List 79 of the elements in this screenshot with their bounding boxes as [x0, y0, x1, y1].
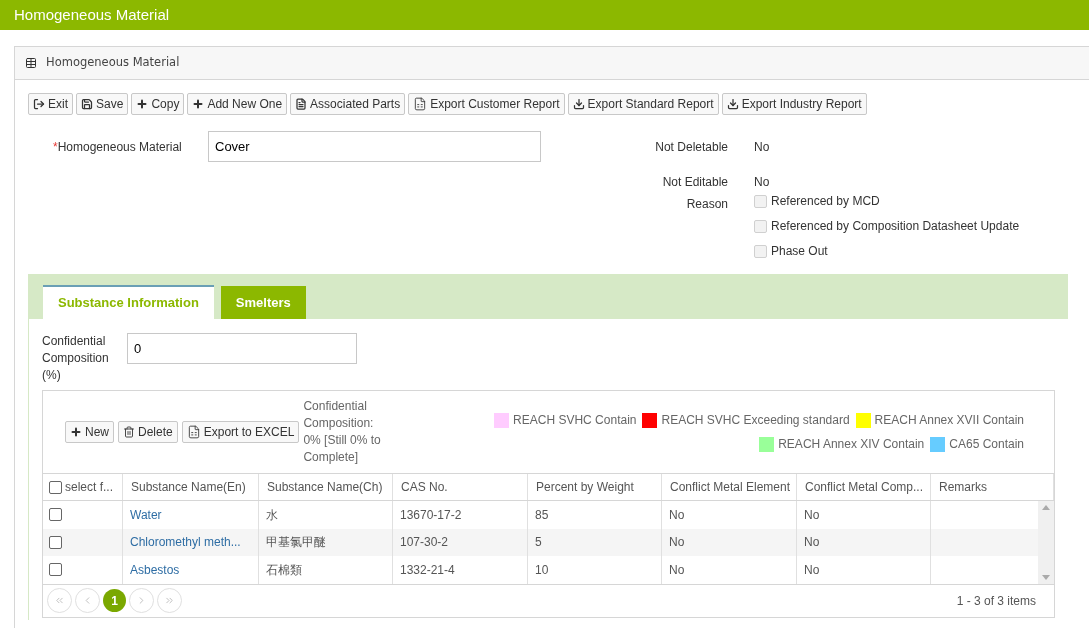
- toolbar-button[interactable]: Add New One: [187, 93, 288, 115]
- table-cell-text: 13670-17-2: [400, 506, 462, 524]
- document-icon: [295, 98, 308, 110]
- column-header[interactable]: Conflict Metal Element: [670, 478, 791, 496]
- column-header[interactable]: Percent by Weight: [536, 478, 634, 496]
- table-icon: [25, 57, 37, 69]
- table-cell-text: 10: [535, 561, 549, 579]
- table-cell-text: No: [669, 561, 685, 579]
- table-cell-text: 石棉類: [266, 561, 302, 579]
- material-input[interactable]: Cover: [208, 131, 541, 162]
- column-header[interactable]: Remarks: [939, 478, 987, 496]
- table-cell-text: 5: [535, 534, 542, 552]
- field-value: No: [754, 174, 770, 191]
- plus-icon: [70, 426, 82, 438]
- scrollbar[interactable]: [1038, 501, 1054, 584]
- substance-link[interactable]: Water: [130, 505, 162, 524]
- field-label: *Homogeneous Material: [53, 138, 183, 156]
- download-icon: [572, 98, 585, 110]
- field-label: Not Editable: [661, 174, 728, 191]
- grid-button[interactable]: Export to EXCEL: [181, 421, 300, 443]
- checkbox[interactable]: [49, 508, 62, 522]
- field-label: Reason: [685, 196, 728, 213]
- composition-note: Confidential Composition: 0% [Still 0% to Complete]: [303, 398, 382, 466]
- field-label: Confidential Composition (%): [42, 333, 110, 384]
- toolbar-button[interactable]: Save: [76, 93, 129, 115]
- table-cell-text: 水: [266, 506, 278, 524]
- field-value: No: [754, 138, 770, 156]
- legend-label: REACH Annex XVII Contain: [874, 412, 1024, 429]
- checkbox[interactable]: [49, 563, 62, 577]
- table-cell-text: 甲基氯甲醚: [266, 534, 326, 552]
- plus-icon: [192, 98, 205, 110]
- last-page-icon: [164, 595, 175, 606]
- table-cell-text: No: [669, 534, 685, 552]
- table-cell-text: No: [669, 506, 685, 524]
- column-header[interactable]: Substance Name(Ch): [267, 478, 383, 496]
- save-icon: [81, 98, 93, 110]
- column-header: select f...: [65, 479, 114, 496]
- table-cell-text: No: [804, 506, 820, 524]
- toolbar-button[interactable]: Associated Parts: [290, 93, 406, 115]
- table-cell-text: No: [804, 561, 820, 579]
- legend-label: CA65 Contain: [949, 436, 1024, 453]
- checkbox-label: Phase Out: [771, 243, 828, 260]
- substance-link[interactable]: Asbestos: [130, 560, 180, 579]
- checkbox-label: Referenced by Composition Datasheet Update: [771, 218, 1020, 235]
- grid-button[interactable]: New: [65, 421, 114, 443]
- column-header[interactable]: Substance Name(En): [131, 478, 246, 496]
- toolbar-button[interactable]: Export Customer Report: [408, 93, 565, 115]
- spreadsheet-icon: [413, 97, 428, 111]
- toolbar-button[interactable]: Copy: [131, 93, 185, 115]
- substance-link[interactable]: Chloromethyl meth...: [130, 533, 241, 552]
- plus-icon: [136, 98, 149, 110]
- column-header[interactable]: CAS No.: [401, 478, 448, 496]
- checkbox-label: Referenced by MCD: [771, 193, 880, 210]
- download-icon: [726, 98, 739, 110]
- toolbar-button[interactable]: Exit: [28, 93, 73, 115]
- trash-icon: [123, 426, 135, 438]
- table-cell-text: 1332-21-4: [400, 561, 455, 579]
- table-cell-text: 85: [535, 506, 549, 524]
- legend-label: REACH SVHC Exceeding standard: [661, 412, 850, 429]
- toolbar-button[interactable]: Export Standard Report: [567, 93, 719, 115]
- toolbar-button[interactable]: Export Industry Report: [721, 93, 867, 115]
- table-cell-text: 107-30-2: [400, 534, 449, 552]
- exit-icon: [33, 98, 45, 110]
- checkbox[interactable]: [49, 535, 62, 549]
- table-cell-text: No: [804, 534, 820, 552]
- legend-label: REACH Annex XIV Contain: [778, 436, 925, 453]
- checkbox[interactable]: [49, 480, 62, 494]
- grid-button[interactable]: Delete: [118, 421, 178, 443]
- scroll-up-icon[interactable]: [1042, 505, 1050, 510]
- legend-label: REACH SVHC Contain: [513, 412, 637, 429]
- first-page-icon: [54, 595, 65, 606]
- spreadsheet-icon: [186, 425, 201, 439]
- scroll-down-icon[interactable]: [1042, 574, 1050, 580]
- pager-summary: 1 - 3 of 3 items: [956, 592, 1036, 610]
- field-label: Not Deletable: [654, 138, 728, 156]
- panel-title: Homogeneous Material: [46, 54, 180, 72]
- column-header[interactable]: Conflict Metal Comp...: [805, 478, 924, 496]
- app-title: Homogeneous Material: [14, 4, 170, 25]
- confidential-input[interactable]: 0: [127, 333, 357, 364]
